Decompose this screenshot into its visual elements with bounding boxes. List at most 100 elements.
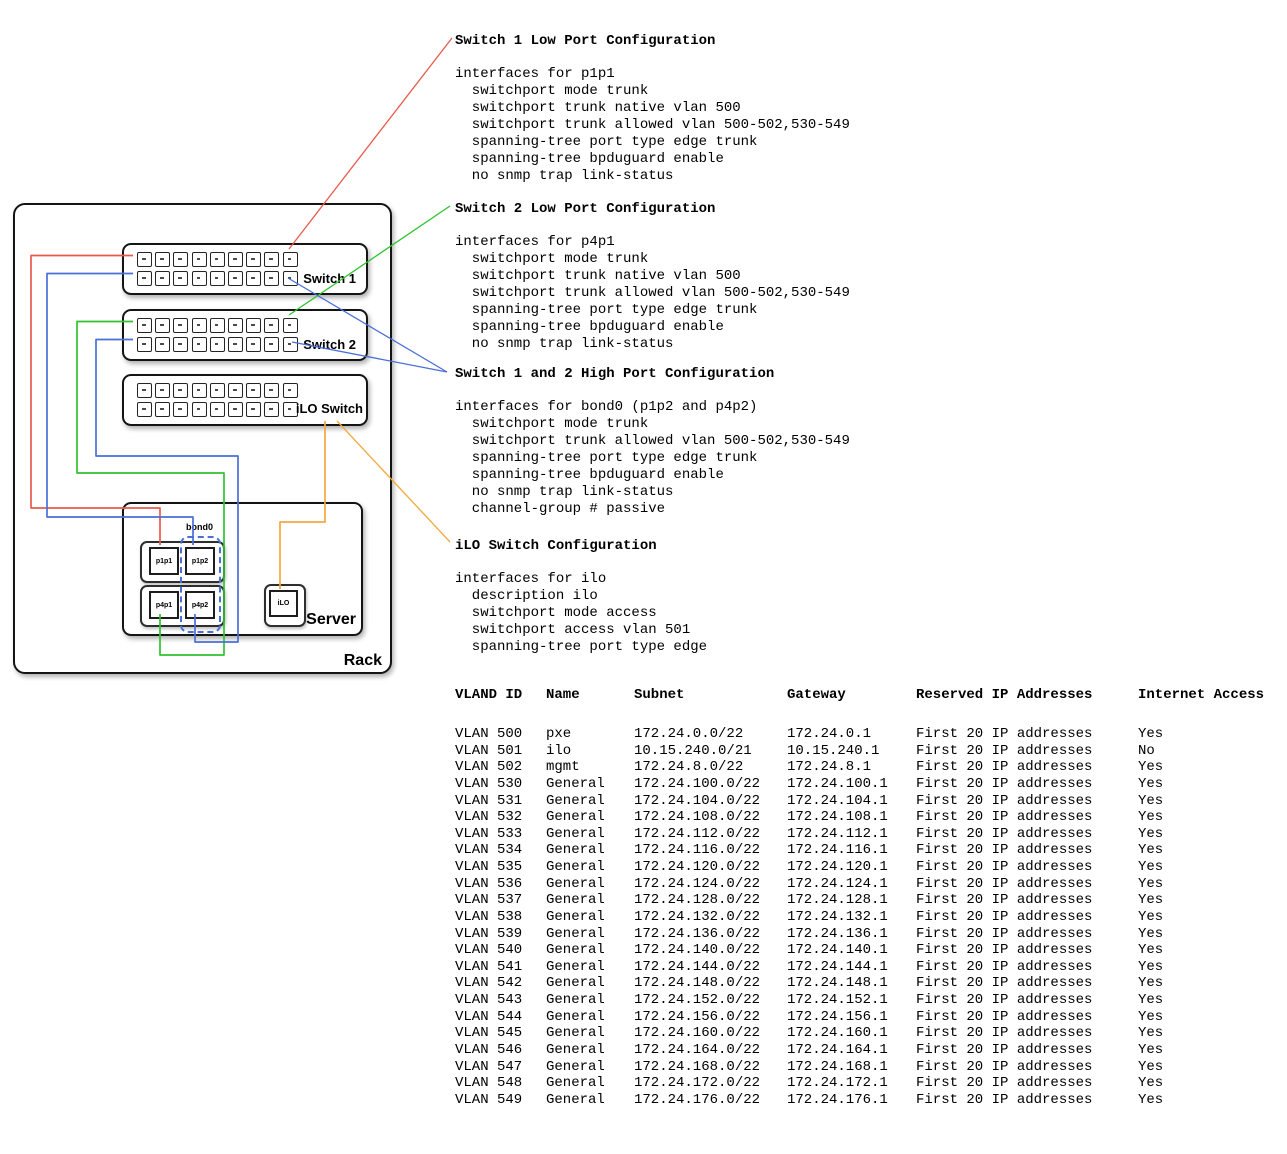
table-cell: General	[546, 926, 634, 943]
table-cell: Yes	[1138, 975, 1278, 992]
table-header-cell: Name	[546, 687, 634, 704]
switch-port	[246, 337, 261, 352]
table-cell: Yes	[1138, 1075, 1278, 1092]
switch-port	[137, 252, 152, 267]
switch-port	[173, 271, 188, 286]
table-cell: 172.24.168.0/22	[634, 1059, 787, 1076]
switch-port	[246, 318, 261, 333]
table-cell: General	[546, 826, 634, 843]
table-cell: 10.15.240.0/21	[634, 743, 787, 760]
table-cell: Yes	[1138, 1042, 1278, 1059]
table-cell: General	[546, 1009, 634, 1026]
config-body: interfaces for p1p1 switchport mode trun…	[455, 66, 850, 185]
switch-port	[155, 402, 170, 417]
switch-port	[283, 383, 298, 398]
table-cell: 172.24.128.1	[787, 892, 916, 909]
switch-port	[155, 383, 170, 398]
table-row: VLAN 534General172.24.116.0/22172.24.116…	[455, 842, 1278, 859]
switch-port	[283, 337, 298, 352]
config-title: Switch 2 Low Port Configuration	[455, 201, 850, 218]
table-cell: 172.24.172.0/22	[634, 1075, 787, 1092]
network-rack-diagram-page: Switch 1 Switch 2 iLO Switch bond0 p1p1p…	[0, 0, 1287, 1154]
table-cell: Yes	[1138, 726, 1278, 743]
table-cell: mgmt	[546, 759, 634, 776]
table-row: VLAN 533General172.24.112.0/22172.24.112…	[455, 826, 1278, 843]
config-block-switch2-low: Switch 2 Low Port Configuration interfac…	[455, 201, 850, 353]
table-row: VLAN 548General172.24.172.0/22172.24.172…	[455, 1075, 1278, 1092]
server-port-ilo: iLO	[269, 590, 298, 617]
table-cell: General	[546, 942, 634, 959]
switch-port	[246, 402, 261, 417]
switch-port	[228, 383, 243, 398]
bond0-outline	[180, 536, 221, 633]
table-cell: Yes	[1138, 942, 1278, 959]
table-cell: General	[546, 959, 634, 976]
table-cell: General	[546, 1025, 634, 1042]
table-cell: First 20 IP addresses	[916, 1009, 1138, 1026]
table-cell: 172.24.164.0/22	[634, 1042, 787, 1059]
table-header-cell: Internet Access	[1138, 687, 1278, 704]
table-row: VLAN 546General172.24.164.0/22172.24.164…	[455, 1042, 1278, 1059]
table-cell: First 20 IP addresses	[916, 959, 1138, 976]
table-cell: General	[546, 842, 634, 859]
config-body: interfaces for ilo description ilo switc…	[455, 571, 707, 656]
table-cell: 172.24.156.1	[787, 1009, 916, 1026]
table-cell: Yes	[1138, 892, 1278, 909]
table-cell: 172.24.104.1	[787, 793, 916, 810]
switch-port	[228, 252, 243, 267]
config-body: interfaces for bond0 (p1p2 and p4p2) swi…	[455, 399, 850, 518]
table-cell: Yes	[1138, 876, 1278, 893]
table-cell: 172.24.152.0/22	[634, 992, 787, 1009]
table-cell: First 20 IP addresses	[916, 942, 1138, 959]
switch-port	[283, 252, 298, 267]
table-cell: 172.24.132.0/22	[634, 909, 787, 926]
table-cell: 172.24.140.1	[787, 942, 916, 959]
bond0-label: bond0	[186, 522, 213, 532]
switch-port	[210, 318, 225, 333]
table-row: VLAN 544General172.24.156.0/22172.24.156…	[455, 1009, 1278, 1026]
table-cell: VLAN 548	[455, 1075, 546, 1092]
table-cell: No	[1138, 743, 1278, 760]
table-row: VLAN 541General172.24.144.0/22172.24.144…	[455, 959, 1278, 976]
switch-port	[283, 271, 298, 286]
table-cell: Yes	[1138, 842, 1278, 859]
table-row: VLAN 538General172.24.132.0/22172.24.132…	[455, 909, 1278, 926]
table-cell: General	[546, 1042, 634, 1059]
switch-port	[264, 252, 279, 267]
table-cell: Yes	[1138, 776, 1278, 793]
ilo-switch-ports	[124, 376, 366, 424]
switch-port	[210, 383, 225, 398]
table-row: VLAN 545General172.24.160.0/22172.24.160…	[455, 1025, 1278, 1042]
table-cell: First 20 IP addresses	[916, 1092, 1138, 1109]
table-cell: First 20 IP addresses	[916, 776, 1138, 793]
switch-port	[192, 402, 207, 417]
table-cell: VLAN 541	[455, 959, 546, 976]
table-cell: 172.24.100.1	[787, 776, 916, 793]
table-cell: 172.24.112.0/22	[634, 826, 787, 843]
table-cell: First 20 IP addresses	[916, 1025, 1138, 1042]
table-cell: 172.24.144.0/22	[634, 959, 787, 976]
table-cell: 172.24.112.1	[787, 826, 916, 843]
table-cell: VLAN 536	[455, 876, 546, 893]
table-cell: General	[546, 992, 634, 1009]
table-cell: Yes	[1138, 959, 1278, 976]
switch-port	[228, 318, 243, 333]
table-cell: VLAN 534	[455, 842, 546, 859]
table-cell: First 20 IP addresses	[916, 826, 1138, 843]
switch-port	[137, 271, 152, 286]
table-header-cell: Gateway	[787, 687, 916, 704]
table-cell: 172.24.136.1	[787, 926, 916, 943]
table-cell: 172.24.160.0/22	[634, 1025, 787, 1042]
table-cell: 172.24.132.1	[787, 909, 916, 926]
table-cell: First 20 IP addresses	[916, 876, 1138, 893]
table-cell: First 20 IP addresses	[916, 926, 1138, 943]
config-title: iLO Switch Configuration	[455, 538, 707, 555]
table-cell: 172.24.176.1	[787, 1092, 916, 1109]
switch-port	[264, 271, 279, 286]
switch-port	[283, 318, 298, 333]
switch-port	[192, 337, 207, 352]
table-cell: General	[546, 975, 634, 992]
table-cell: VLAN 533	[455, 826, 546, 843]
vlan-table-header: VLAND IDNameSubnetGatewayReserved IP Add…	[455, 687, 1278, 704]
switch-port	[210, 337, 225, 352]
